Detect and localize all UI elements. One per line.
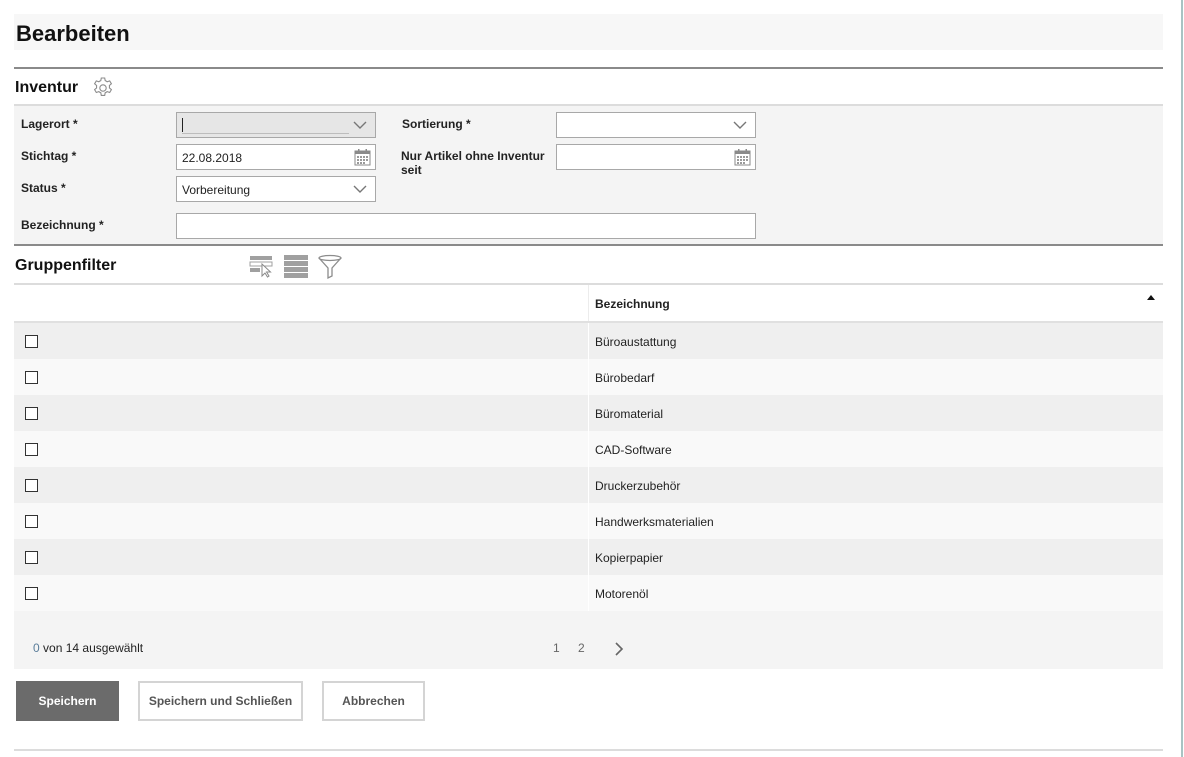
column-separator bbox=[588, 575, 589, 611]
table-row[interactable]: Handwerksmaterialien bbox=[14, 503, 1163, 539]
cancel-button[interactable]: Abbrechen bbox=[322, 681, 425, 721]
chevron-down-icon[interactable] bbox=[353, 182, 367, 196]
row-label: Handwerksmaterialien bbox=[595, 515, 714, 529]
grid-footer: 0 von 14 ausgewählt 1 2 bbox=[14, 611, 1163, 669]
list-view-icon[interactable] bbox=[283, 254, 309, 279]
table-row[interactable]: Büroaustattung bbox=[14, 323, 1163, 359]
column-separator bbox=[588, 539, 589, 575]
column-separator bbox=[588, 431, 589, 467]
row-checkbox[interactable] bbox=[25, 407, 38, 420]
selection-count-text: von 14 ausgewählt bbox=[43, 641, 144, 655]
column-separator bbox=[588, 359, 589, 395]
nur-artikel-label-line2: seit bbox=[401, 163, 422, 177]
row-label: CAD-Software bbox=[595, 443, 672, 457]
bezeichnung-label: Bezeichnung * bbox=[21, 218, 104, 232]
column-separator bbox=[588, 467, 589, 503]
divider bbox=[14, 749, 1163, 751]
row-checkbox[interactable] bbox=[25, 551, 38, 564]
field-underline bbox=[182, 133, 349, 134]
lagerort-select[interactable] bbox=[176, 112, 376, 138]
selection-count-number: 0 bbox=[33, 641, 40, 655]
nur-artikel-label: Nur Artikel ohne Inventur seit bbox=[401, 149, 545, 177]
table-row[interactable]: CAD-Software bbox=[14, 431, 1163, 467]
table-row[interactable]: Kopierpapier bbox=[14, 539, 1163, 575]
calendar-icon[interactable] bbox=[354, 148, 371, 166]
table-row[interactable]: Druckerzubehör bbox=[14, 467, 1163, 503]
save-button[interactable]: Speichern bbox=[16, 681, 119, 721]
inventur-section-title: Inventur bbox=[15, 79, 79, 96]
filter-icon[interactable] bbox=[317, 254, 343, 280]
pager-page-2[interactable]: 2 bbox=[578, 641, 585, 655]
sortierung-select[interactable] bbox=[556, 112, 756, 138]
row-label: Bürobedarf bbox=[595, 371, 655, 385]
row-checkbox[interactable] bbox=[25, 515, 38, 528]
gruppenfilter-section-title: Gruppenfilter bbox=[15, 257, 117, 274]
row-checkbox[interactable] bbox=[25, 479, 38, 492]
table-row[interactable]: Bürobedarf bbox=[14, 359, 1163, 395]
column-separator bbox=[588, 395, 589, 431]
row-label: Büroaustattung bbox=[595, 335, 677, 349]
row-label: Motorenöl bbox=[595, 587, 649, 601]
divider bbox=[14, 244, 1163, 246]
status-value: Vorbereitung bbox=[182, 183, 251, 197]
row-label: Büromaterial bbox=[595, 407, 664, 421]
bezeichnung-input[interactable] bbox=[176, 213, 756, 239]
stichtag-date-field[interactable]: 22.08.2018 bbox=[176, 144, 376, 170]
selection-count: 0 von 14 ausgewählt bbox=[33, 641, 143, 655]
sort-ascending-icon[interactable] bbox=[1147, 295, 1155, 300]
nur-artikel-label-line1: Nur Artikel ohne Inventur bbox=[401, 149, 545, 163]
grid-body: Büroaustattung Bürobedarf Büromaterial C… bbox=[14, 323, 1163, 611]
row-checkbox[interactable] bbox=[25, 443, 38, 456]
divider bbox=[14, 67, 1163, 69]
text-cursor bbox=[182, 118, 183, 132]
sortierung-label: Sortierung * bbox=[402, 117, 471, 131]
grid-header: Bezeichnung bbox=[14, 285, 1163, 323]
row-label: Druckerzubehör bbox=[595, 479, 681, 493]
table-row[interactable]: Motorenöl bbox=[14, 575, 1163, 611]
chevron-right-icon[interactable] bbox=[612, 642, 626, 656]
pager-page-1[interactable]: 1 bbox=[553, 641, 560, 655]
stichtag-value: 22.08.2018 bbox=[182, 151, 243, 165]
lagerort-label: Lagerort * bbox=[21, 117, 78, 131]
status-label: Status * bbox=[21, 181, 66, 195]
window-edge bbox=[1181, 0, 1183, 757]
page-title: Bearbeiten bbox=[16, 21, 130, 46]
gear-icon[interactable] bbox=[91, 76, 115, 100]
stichtag-label: Stichtag * bbox=[21, 149, 77, 163]
column-separator bbox=[588, 323, 589, 359]
title-bar: Bearbeiten bbox=[14, 14, 1163, 50]
row-checkbox[interactable] bbox=[25, 335, 38, 348]
row-checkbox[interactable] bbox=[25, 371, 38, 384]
row-label: Kopierpapier bbox=[595, 551, 664, 565]
column-separator bbox=[588, 503, 589, 539]
column-header-bezeichnung[interactable]: Bezeichnung bbox=[595, 297, 670, 311]
chevron-down-icon[interactable] bbox=[733, 118, 747, 132]
save-and-close-button[interactable]: Speichern und Schließen bbox=[138, 681, 303, 721]
column-separator bbox=[588, 285, 589, 321]
nur-artikel-date-field[interactable] bbox=[556, 144, 756, 170]
row-checkbox[interactable] bbox=[25, 587, 38, 600]
select-rows-icon[interactable] bbox=[249, 254, 275, 278]
calendar-icon[interactable] bbox=[734, 148, 751, 166]
chevron-down-icon[interactable] bbox=[353, 118, 367, 132]
status-select[interactable]: Vorbereitung bbox=[176, 176, 376, 202]
table-row[interactable]: Büromaterial bbox=[14, 395, 1163, 431]
